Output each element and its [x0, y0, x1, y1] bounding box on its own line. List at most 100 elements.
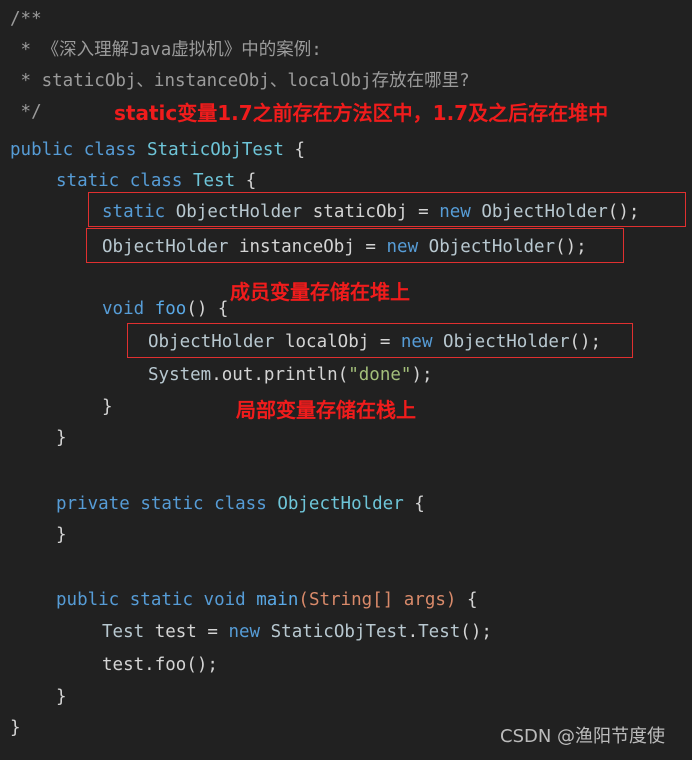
code-token: . — [407, 622, 419, 642]
csdn-watermark: CSDN @渔阳节度使 — [500, 726, 666, 747]
code-token: { — [283, 140, 306, 160]
code-line[interactable]: } — [56, 423, 67, 454]
code-line[interactable]: private static class ObjectHolder { — [56, 489, 425, 520]
code-token: { — [235, 171, 257, 191]
code-token: static — [140, 494, 204, 514]
code-line[interactable]: /** — [10, 4, 42, 35]
code-token: Test — [102, 622, 145, 642]
code-token: = — [354, 237, 387, 257]
code-token: ) — [445, 590, 457, 610]
code-token: * staticObj、instanceObj、localObj存放在哪里? — [10, 71, 470, 91]
code-token: System — [148, 365, 212, 385]
code-token: new — [400, 332, 433, 352]
code-token: String[] args — [308, 590, 446, 610]
code-token: ObjectHolder — [148, 332, 275, 352]
code-line[interactable]: Test test = new StaticObjTest.Test(); — [102, 617, 492, 648]
code-token: staticObj — [312, 202, 408, 222]
code-token: } — [56, 525, 67, 545]
code-line[interactable]: public static void main(String[] args) { — [56, 585, 478, 616]
code-token: . — [144, 655, 155, 675]
code-token: ObjectHolder — [443, 332, 570, 352]
code-token: static — [56, 171, 120, 191]
code-token: } — [56, 428, 67, 448]
code-token: private — [56, 494, 130, 514]
code-token: public — [56, 590, 120, 610]
code-line[interactable]: System.out.println("done"); — [148, 360, 433, 391]
code-token: (); — [555, 237, 587, 257]
code-token: "done" — [348, 365, 412, 385]
code-line[interactable]: } — [56, 682, 67, 713]
code-token: println — [263, 365, 338, 385]
code-line[interactable]: * 《深入理解Java虚拟机》中的案例: — [10, 35, 322, 66]
code-token: (); — [186, 655, 218, 675]
code-line[interactable]: } — [102, 392, 113, 423]
code-token: ObjectHolder — [481, 202, 608, 222]
code-token: = — [407, 202, 440, 222]
code-token: test — [154, 622, 197, 642]
code-token: ( — [298, 590, 309, 610]
code-line[interactable]: void foo() { — [102, 294, 228, 325]
code-screenshot: /** * 《深入理解Java虚拟机》中的案例: * staticObj、ins… — [0, 0, 692, 760]
code-token: Test — [418, 622, 461, 642]
code-token: (); — [607, 202, 640, 222]
code-line[interactable]: static class Test { — [56, 166, 256, 197]
code-line[interactable]: public class StaticObjTest { — [10, 135, 305, 166]
code-token: new — [386, 237, 419, 257]
code-token: instanceObj — [238, 237, 355, 257]
code-token: * 《深入理解Java虚拟机》中的案例: — [10, 40, 322, 60]
code-token: ObjectHolder — [277, 494, 404, 514]
code-line[interactable]: * staticObj、instanceObj、localObj存放在哪里? — [10, 66, 470, 97]
code-token: (); — [460, 622, 492, 642]
code-token: ObjectHolder — [428, 237, 556, 257]
code-token: = — [196, 622, 229, 642]
code-token: { — [456, 590, 478, 610]
code-token: /** — [10, 9, 42, 29]
code-token: class — [83, 140, 137, 160]
code-line[interactable]: test.foo(); — [102, 650, 218, 681]
code-token: new — [439, 202, 471, 222]
code-token: } — [102, 397, 113, 417]
code-line[interactable]: } — [56, 520, 67, 551]
code-token: . — [253, 365, 264, 385]
red-annotation-text: 局部变量存储在栈上 — [236, 398, 416, 422]
code-token: void — [203, 590, 246, 610]
code-line[interactable]: ObjectHolder instanceObj = new ObjectHol… — [102, 232, 587, 263]
code-token: = — [369, 332, 401, 352]
code-token: StaticObjTest — [147, 140, 284, 160]
code-token: ObjectHolder — [102, 237, 229, 257]
code-token: Test — [193, 171, 236, 191]
code-token: main — [256, 590, 299, 610]
code-line[interactable]: ObjectHolder localObj = new ObjectHolder… — [148, 327, 601, 358]
code-token: ( — [337, 365, 349, 385]
code-token: static — [102, 202, 166, 222]
code-token: . — [211, 365, 222, 385]
code-line[interactable]: */ — [10, 97, 42, 128]
code-token: void — [102, 299, 145, 319]
code-line[interactable]: static ObjectHolder staticObj = new Obje… — [102, 197, 639, 228]
code-token: (); — [569, 332, 602, 352]
code-token: StaticObjTest — [270, 622, 408, 642]
code-token: public — [10, 140, 74, 160]
red-annotation-text: 成员变量存储在堆上 — [230, 280, 410, 304]
code-token: } — [10, 718, 21, 738]
code-token: ); — [411, 365, 433, 385]
code-line[interactable]: } — [10, 713, 21, 744]
code-token: } — [56, 687, 67, 707]
